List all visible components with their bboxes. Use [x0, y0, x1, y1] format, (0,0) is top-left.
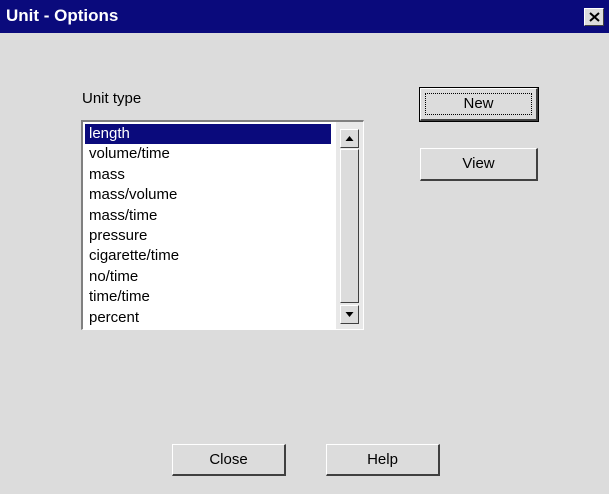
help-button-label: Help — [367, 451, 398, 468]
title-bar[interactable]: Unit - Options — [0, 0, 609, 33]
close-button-label: Close — [209, 451, 248, 468]
list-item[interactable]: no/time — [85, 267, 331, 287]
scroll-thumb[interactable] — [340, 149, 359, 303]
view-button[interactable]: View — [420, 148, 538, 181]
view-button-label: View — [462, 155, 495, 172]
arrow-up-icon — [345, 136, 354, 141]
window-title: Unit - Options — [6, 6, 119, 25]
unit-type-label: Unit type — [82, 90, 142, 107]
arrow-down-icon — [345, 312, 354, 317]
list-item[interactable]: mass/time — [85, 206, 331, 226]
list-item[interactable]: length — [85, 124, 331, 144]
list-item[interactable]: percent — [85, 308, 331, 328]
list-item[interactable]: pressure — [85, 226, 331, 246]
scroll-up-button[interactable] — [340, 129, 359, 148]
list-item[interactable]: mass — [85, 165, 331, 185]
focus-rect — [425, 93, 532, 115]
list-item[interactable]: volume/time — [85, 144, 331, 164]
help-button[interactable]: Help — [326, 444, 440, 476]
list-item[interactable]: time/time — [85, 287, 331, 307]
new-button[interactable]: New — [419, 87, 539, 122]
unit-type-list: length volume/time mass mass/volume mass… — [83, 122, 333, 329]
list-scrollbar[interactable] — [336, 122, 363, 329]
list-item[interactable]: mass/volume — [85, 185, 331, 205]
list-item[interactable]: cigarette/time — [85, 246, 331, 266]
unit-options-dialog: Unit - Options Unit type length volume/t… — [0, 0, 609, 494]
window-close-button[interactable] — [584, 8, 604, 26]
close-button[interactable]: Close — [172, 444, 286, 476]
unit-type-listbox[interactable]: length volume/time mass mass/volume mass… — [81, 120, 364, 330]
scroll-down-button[interactable] — [340, 305, 359, 324]
close-icon — [589, 12, 600, 22]
